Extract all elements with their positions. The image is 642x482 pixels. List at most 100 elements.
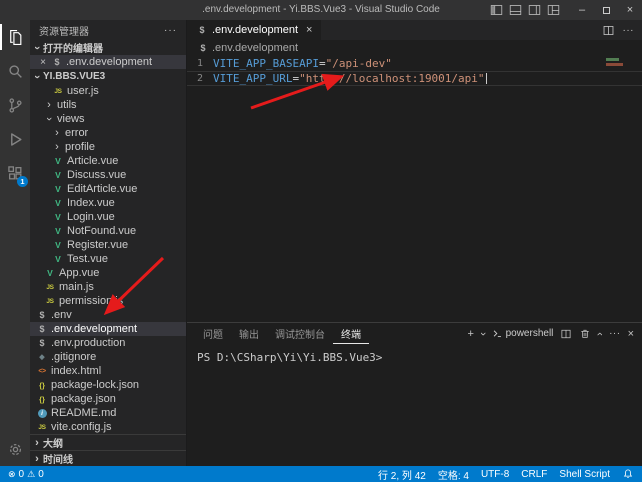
- tree-folder-utils[interactable]: ›utils: [30, 98, 186, 112]
- code-token: "http://localhost:19001/api": [299, 72, 484, 85]
- tree-file-package.json[interactable]: {}package.json: [30, 392, 186, 406]
- panel-tab[interactable]: 调试控制台: [267, 323, 333, 344]
- chevron-right-icon: ›: [44, 100, 54, 110]
- tree-file-Register.vue[interactable]: VRegister.vue: [30, 238, 186, 252]
- cursor-position[interactable]: 行 2, 列 42: [378, 467, 426, 482]
- split-terminal-icon[interactable]: [560, 328, 572, 340]
- close-panel-icon[interactable]: ×: [628, 328, 634, 340]
- tree-file-Discuss.vue[interactable]: VDiscuss.vue: [30, 168, 186, 182]
- vue-file-icon: V: [44, 268, 56, 279]
- problems-status[interactable]: ⊗ 0 ⚠ 0: [8, 469, 44, 480]
- tree-item-label: .env: [51, 309, 72, 321]
- split-editor-icon[interactable]: [602, 24, 615, 37]
- customize-layout-icon[interactable]: [547, 4, 560, 16]
- tree-file-.gitignore[interactable]: ◆.gitignore: [30, 350, 186, 364]
- js-file-icon: JS: [44, 282, 56, 293]
- env-file-icon: $: [36, 310, 48, 321]
- tree-file-.env.production[interactable]: $.env.production: [30, 336, 186, 350]
- tree-file-EditArticle.vue[interactable]: VEditArticle.vue: [30, 182, 186, 196]
- tree-folder-views[interactable]: ›views: [30, 112, 186, 126]
- info-file-icon: i: [38, 409, 47, 418]
- open-editors-header[interactable]: › 打开的编辑器: [30, 40, 186, 55]
- search-activity-button[interactable]: [0, 54, 30, 88]
- tree-file-Login.vue[interactable]: VLogin.vue: [30, 210, 186, 224]
- tree-file-.env.development[interactable]: $.env.development: [30, 322, 186, 336]
- tree-item-label: main.js: [59, 281, 94, 293]
- sidebar-section[interactable]: ›大纲: [30, 434, 186, 450]
- terminal[interactable]: PS D:\CSharp\Yi\Yi.BBS.Vue3>: [187, 344, 642, 466]
- minimap-line: [606, 58, 619, 61]
- indentation[interactable]: 空格: 4: [438, 467, 469, 482]
- tree-file-NotFound.vue[interactable]: VNotFound.vue: [30, 224, 186, 238]
- more-actions-icon[interactable]: ···: [623, 25, 635, 36]
- tree-file-main.js[interactable]: JSmain.js: [30, 280, 186, 294]
- maximize-button[interactable]: [594, 0, 618, 20]
- tree-file-.env[interactable]: $.env: [30, 308, 186, 322]
- source-control-activity-button[interactable]: [0, 88, 30, 122]
- eol[interactable]: CRLF: [521, 469, 547, 480]
- more-actions-icon[interactable]: ···: [609, 328, 621, 339]
- sidebar-section-label: 大纲: [43, 435, 63, 450]
- env-file-icon: $: [197, 42, 209, 53]
- settings-button[interactable]: [0, 432, 30, 466]
- js-file-icon: JS: [36, 422, 48, 433]
- minimap[interactable]: [606, 58, 626, 68]
- tree-file-vite.config.js[interactable]: JSvite.config.js: [30, 420, 186, 434]
- chevron-down-icon[interactable]: ›: [477, 332, 489, 336]
- warning-icon: ⚠: [27, 469, 35, 480]
- panel-tab[interactable]: 问题: [195, 323, 231, 344]
- toggle-sidebar-icon[interactable]: [490, 4, 503, 16]
- text-cursor: [486, 73, 487, 84]
- error-icon: ⊗: [8, 469, 16, 480]
- extensions-activity-button[interactable]: 1: [0, 156, 30, 190]
- close-tab-icon[interactable]: ×: [306, 24, 312, 36]
- kill-terminal-icon[interactable]: [579, 328, 591, 340]
- shell-select[interactable]: powershell: [492, 328, 554, 339]
- tree-file-App.vue[interactable]: VApp.vue: [30, 266, 186, 280]
- layout-controls: [490, 4, 560, 16]
- tree-file-Test.vue[interactable]: VTest.vue: [30, 252, 186, 266]
- bell-icon[interactable]: [622, 468, 634, 480]
- tree-file-user.js[interactable]: JSuser.js: [30, 84, 186, 98]
- close-window-button[interactable]: ×: [618, 0, 642, 20]
- open-editor-item[interactable]: ×$.env.development: [30, 55, 186, 69]
- tree-item-label: vite.config.js: [51, 421, 112, 433]
- code-line[interactable]: 1VITE_APP_BASEAPI="/api-dev": [187, 56, 642, 71]
- tree-folder-profile[interactable]: ›profile: [30, 140, 186, 154]
- tree-file-permission.js[interactable]: JSpermission.js: [30, 294, 186, 308]
- panel-tabs: 问题输出调试控制台终端: [195, 323, 369, 344]
- code-editor[interactable]: 1VITE_APP_BASEAPI="/api-dev"2VITE_APP_UR…: [187, 55, 642, 322]
- breadcrumb-item[interactable]: $.env.development: [197, 42, 298, 54]
- run-debug-activity-button[interactable]: [0, 122, 30, 156]
- tree-file-package-lock.json[interactable]: {}package-lock.json: [30, 378, 186, 392]
- tree-item-label: .env.production: [51, 337, 125, 349]
- explorer-activity-button[interactable]: [0, 20, 30, 54]
- tree-file-Index.vue[interactable]: VIndex.vue: [30, 196, 186, 210]
- tree-file-Article.vue[interactable]: VArticle.vue: [30, 154, 186, 168]
- status-bar-left: ⊗ 0 ⚠ 0: [8, 469, 44, 480]
- editor-tab[interactable]: $.env.development×: [187, 20, 321, 40]
- tree-item-label: .gitignore: [51, 351, 96, 363]
- tree-folder-error[interactable]: ›error: [30, 126, 186, 140]
- language-mode[interactable]: Shell Script: [559, 469, 610, 480]
- more-actions-icon[interactable]: ···: [164, 25, 177, 36]
- minimize-button[interactable]: –: [570, 0, 594, 20]
- files-icon: [7, 29, 24, 46]
- new-terminal-icon[interactable]: +: [467, 328, 473, 340]
- tree-file-index.html[interactable]: <>index.html: [30, 364, 186, 378]
- sidebar-section[interactable]: ›时间线: [30, 450, 186, 466]
- warning-count: 0: [38, 469, 44, 480]
- maximize-panel-icon[interactable]: ›: [594, 332, 606, 336]
- env-file-icon: $: [36, 338, 48, 349]
- project-header[interactable]: › YI.BBS.VUE3: [30, 69, 186, 84]
- code-line[interactable]: 2VITE_APP_URL="http://localhost:19001/ap…: [187, 71, 642, 86]
- panel-tab[interactable]: 终端: [333, 323, 369, 344]
- tree-file-README.md[interactable]: i README.md: [30, 406, 186, 420]
- encoding[interactable]: UTF-8: [481, 469, 509, 480]
- panel-tab[interactable]: 输出: [231, 323, 267, 344]
- close-editor-icon[interactable]: ×: [38, 57, 48, 68]
- status-bar: ⊗ 0 ⚠ 0 行 2, 列 42 空格: 4 UTF-8 CRLF Shell…: [0, 466, 642, 482]
- tree-item-label: README.md: [51, 407, 116, 419]
- toggle-panel-icon[interactable]: [509, 4, 522, 16]
- toggle-secondary-sidebar-icon[interactable]: [528, 4, 541, 16]
